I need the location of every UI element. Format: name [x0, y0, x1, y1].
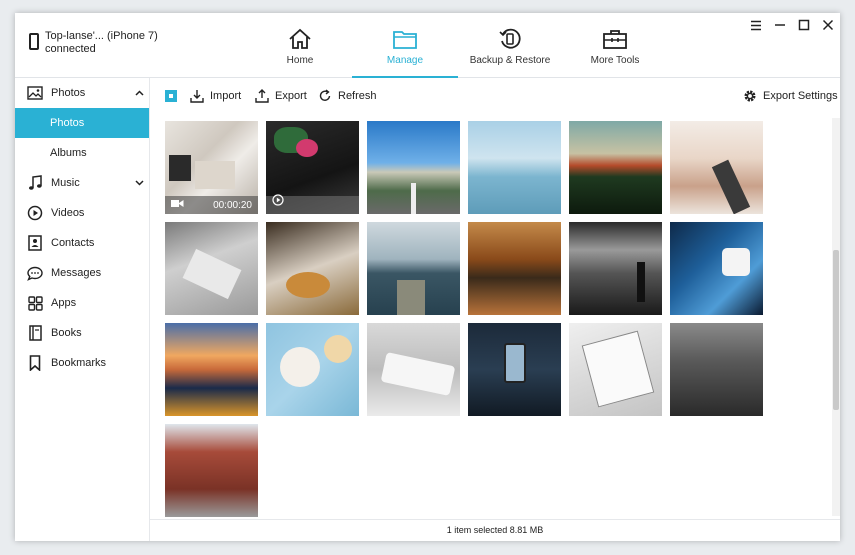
toolbox-icon	[602, 27, 628, 51]
photo-thumbnail[interactable]	[670, 323, 763, 416]
maximize-icon[interactable]	[798, 19, 810, 31]
photo-thumbnail[interactable]	[670, 222, 763, 315]
chevron-up-icon[interactable]	[134, 88, 144, 98]
sidebar-subitem-albums[interactable]: Albums	[15, 138, 149, 168]
nav-home-label: Home	[286, 55, 314, 66]
export-label: Export	[275, 90, 307, 102]
sidebar-item-videos[interactable]: Videos	[15, 198, 149, 228]
photo-thumbnail[interactable]	[670, 121, 763, 214]
photo-thumbnail[interactable]	[468, 121, 561, 214]
photo-thumbnail[interactable]	[165, 222, 258, 315]
photo-thumbnail[interactable]	[266, 121, 359, 214]
photo-thumbnail[interactable]	[165, 424, 258, 517]
video-overlay: 00:00:20	[165, 196, 258, 214]
export-settings-button[interactable]: Export Settings	[743, 89, 838, 103]
phone-icon	[29, 33, 39, 50]
sidebar-item-label: Music	[51, 177, 80, 189]
sidebar-item-label: Books	[51, 327, 82, 339]
music-note-icon	[27, 175, 43, 191]
gear-icon	[743, 89, 757, 103]
bookmark-icon	[27, 355, 43, 371]
scrollbar-thumb[interactable]	[833, 250, 839, 410]
folder-icon	[392, 27, 418, 51]
import-button[interactable]: Import	[190, 89, 241, 103]
sidebar-item-label: Messages	[51, 267, 102, 279]
photo-thumbnail[interactable]	[367, 222, 460, 315]
photo-thumbnail[interactable]	[468, 222, 561, 315]
photo-thumbnail[interactable]	[266, 222, 359, 315]
nav-manage-label: Manage	[386, 55, 424, 66]
export-button[interactable]: Export	[255, 89, 307, 103]
refresh-label: Refresh	[338, 90, 377, 102]
apps-grid-icon	[27, 295, 43, 311]
nav-manage[interactable]: Manage	[352, 13, 458, 78]
photo-thumbnail[interactable]: 00:00:20	[165, 121, 258, 214]
sidebar-item-label: Photos	[51, 87, 86, 99]
sidebar-item-books[interactable]: Books	[15, 318, 149, 348]
nav-more-tools-label: More Tools	[590, 55, 640, 66]
sidebar-item-label: Bookmarks	[51, 357, 107, 369]
sidebar-subitem-label: Photos	[50, 117, 85, 129]
chat-bubble-icon	[27, 265, 43, 281]
sidebar-item-label: Contacts	[51, 237, 95, 249]
grid-scrollbar[interactable]	[832, 118, 840, 516]
sidebar-item-music[interactable]: Music	[15, 168, 149, 198]
book-icon	[27, 325, 43, 341]
selection-status: 1 item selected 8.81 MB	[446, 525, 544, 535]
photo-thumbnail[interactable]	[367, 121, 460, 214]
device-info: Top-lanse'... (iPhone 7) connected	[29, 30, 158, 56]
sidebar-item-label: Videos	[51, 207, 85, 219]
select-all-checkbox[interactable]	[165, 90, 177, 102]
contacts-icon	[27, 235, 43, 251]
photo-thumbnail[interactable]	[569, 323, 662, 416]
backup-restore-icon	[497, 27, 523, 51]
nav-more-tools[interactable]: More Tools	[585, 13, 645, 77]
sidebar-item-contacts[interactable]: Contacts	[15, 228, 149, 258]
play-icon	[272, 193, 284, 211]
photo-thumbnail[interactable]	[266, 323, 359, 416]
photo-thumbnail[interactable]	[468, 323, 561, 416]
sidebar-item-apps[interactable]: Apps	[15, 288, 149, 318]
device-status: connected	[45, 43, 96, 55]
nav-backup-restore-label: Backup & Restore	[469, 55, 551, 66]
header: Top-lanse'... (iPhone 7) connected Home …	[15, 13, 840, 78]
close-icon[interactable]	[822, 19, 834, 31]
sidebar-item-bookmarks[interactable]: Bookmarks	[15, 348, 149, 378]
status-bar: 1 item selected 8.81 MB	[150, 519, 840, 541]
window-controls	[750, 19, 834, 31]
nav-backup-restore[interactable]: Backup & Restore	[470, 13, 550, 77]
refresh-button[interactable]: Refresh	[318, 89, 377, 103]
minimize-icon[interactable]	[774, 19, 786, 31]
video-duration: 00:00:20	[213, 199, 252, 211]
import-icon	[190, 89, 204, 103]
sidebar-item-label: Apps	[51, 297, 77, 309]
sidebar: Photos Photos Albums Music Videos Contac…	[15, 78, 150, 541]
refresh-icon	[318, 89, 332, 103]
sidebar-subitem-label: Albums	[50, 147, 87, 159]
photo-thumbnail[interactable]	[367, 323, 460, 416]
menu-icon[interactable]	[750, 19, 762, 31]
app-window: Top-lanse'... (iPhone 7) connected Home …	[15, 13, 840, 541]
image-icon	[27, 85, 43, 101]
photo-grid: 00:00:20	[165, 121, 825, 519]
home-icon	[287, 27, 313, 51]
chevron-down-icon[interactable]	[134, 178, 144, 188]
photo-thumbnail[interactable]	[569, 222, 662, 315]
photo-thumbnail[interactable]	[569, 121, 662, 214]
sidebar-item-messages[interactable]: Messages	[15, 258, 149, 288]
export-icon	[255, 89, 269, 103]
nav-home[interactable]: Home	[270, 13, 330, 77]
device-name: Top-lanse'... (iPhone 7)	[45, 30, 158, 42]
export-settings-label: Export Settings	[763, 90, 838, 102]
import-label: Import	[210, 90, 242, 102]
sidebar-subitem-photos[interactable]: Photos	[15, 108, 149, 138]
toolbar: Import Export Refresh Export Settings	[150, 78, 840, 116]
photo-thumbnail[interactable]	[165, 323, 258, 416]
play-circle-icon	[27, 205, 43, 221]
video-camera-icon	[171, 199, 184, 211]
sidebar-item-photos[interactable]: Photos	[15, 78, 149, 108]
